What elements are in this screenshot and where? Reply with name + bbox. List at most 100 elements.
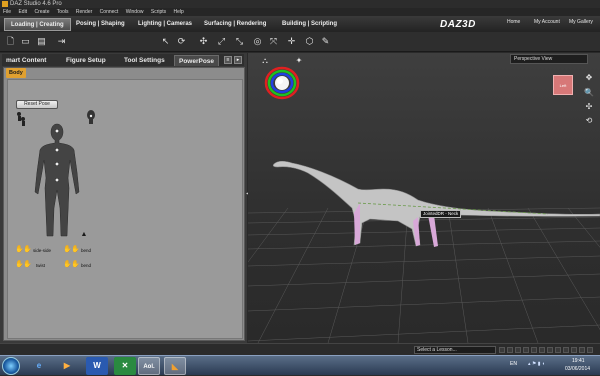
universal-icon[interactable]: ✣ [198,36,209,47]
media-player-icon[interactable]: ▶ [56,357,78,375]
scale-icon[interactable]: ⤧ [268,36,279,47]
pan-icon[interactable]: ✣ [584,102,594,112]
menu-create[interactable]: Create [34,9,49,15]
lesson-step-8[interactable] [555,347,561,353]
tab-tool-settings[interactable]: Tool Settings [120,55,169,66]
lesson-step-1[interactable] [499,347,505,353]
menu-render[interactable]: Render [76,9,92,15]
rotate-icon[interactable]: ◎ [252,36,263,47]
lesson-step-7[interactable] [547,347,553,353]
joint-editor-icon[interactable]: ✛ [286,36,297,47]
title-bar: DAZ Studio 4.6 Pro [0,0,600,8]
excel-icon[interactable]: ✕ [114,357,136,375]
lesson-step-5[interactable] [531,347,537,353]
hand-left-2-icon[interactable]: ✋ [23,246,32,254]
open-icon[interactable]: ▭ [20,36,31,47]
menu-connect[interactable]: Connect [100,9,119,15]
hand-right-3-icon[interactable]: ✋ [63,261,72,269]
node-icon[interactable]: ⤢ [216,36,227,47]
clock-date[interactable]: 03/06/2014 [565,366,590,372]
menu-bar: File Edit Create Tools Render Connect Wi… [0,8,600,16]
powerpose-panel: Body Reset Pose ▲ ✋ ✋ side-side ✋ ✋ bend… [3,67,245,341]
joint-tooltip: JointedDR - Neck [420,210,462,218]
translate-icon[interactable]: ⤡ [234,36,245,47]
tab-building-scripting[interactable]: Building | Scripting [276,18,343,31]
hand-right-icon[interactable]: ✋ [63,246,72,254]
tab-lighting-cameras[interactable]: Lighting | Cameras [132,18,198,31]
floor-grid [248,207,600,343]
lesson-step-2[interactable] [507,347,513,353]
tab-surfacing-rendering[interactable]: Surfacing | Rendering [198,18,272,31]
pin-icon[interactable]: ✎ [320,36,331,47]
menu-help[interactable]: Help [174,9,184,15]
3d-viewport[interactable]: Perspective View ⛬ ✦ Left ✥ 🔍 ✣ ⟲ Jointe… [248,53,600,343]
start-orb[interactable] [2,357,20,375]
hand-right-4-icon[interactable]: ✋ [71,261,80,269]
view-select[interactable]: Perspective View [510,54,588,64]
menu-scripts[interactable]: Scripts [151,9,166,15]
lesson-step-11[interactable] [579,347,585,353]
lesson-step-4[interactable] [523,347,529,353]
ie-icon[interactable]: e [28,357,50,375]
orbit-gizmo-icon[interactable] [262,66,302,100]
label-side-side: side-side [33,248,52,253]
tab-powerpose[interactable]: PowerPose [174,55,220,66]
my-account-link[interactable]: My Account [534,19,560,25]
lesson-step-12[interactable] [587,347,593,353]
lesson-step-3[interactable] [515,347,521,353]
new-icon[interactable]: 🗋 [5,36,16,47]
pane-menu-icon[interactable]: ≡ [224,56,232,64]
daz-studio-icon[interactable]: ◣ [164,357,186,375]
window-title: DAZ Studio 4.6 Pro [10,1,62,7]
menu-edit[interactable]: Edit [18,9,27,15]
home-link[interactable]: Home [507,19,520,25]
select-icon[interactable]: ↖ [160,36,171,47]
my-gallery-link[interactable]: My Gallery [569,19,593,25]
lesson-step-9[interactable] [563,347,569,353]
reset-pose-button[interactable]: Reset Pose [16,100,58,109]
left-pane: mart Content Figure Setup Tool Settings … [0,53,247,343]
hand-left-icon[interactable]: ✋ [15,246,24,254]
light-icon[interactable]: ✦ [294,56,304,66]
aol-icon[interactable]: Aol. [138,357,160,375]
lesson-step-6[interactable] [539,347,545,353]
merge-icon[interactable]: ⇥ [56,36,67,47]
hand-right-2-icon[interactable]: ✋ [71,246,80,254]
brachiosaurus-figure [272,160,600,247]
daz-studio-window: DAZ Studio 4.6 Pro File Edit Create Tool… [0,0,600,375]
figure-options-icon[interactable]: ▲ [80,231,88,239]
lesson-step-10[interactable] [571,347,577,353]
clock-time[interactable]: 19:41 [572,358,585,364]
tab-loading-creating[interactable]: Loading | Creating [4,18,71,31]
zoom-icon[interactable]: 🔍 [584,88,594,98]
tab-figure-setup[interactable]: Figure Setup [62,55,110,66]
label-bend-2: bend [81,263,92,268]
orbit-control-icon[interactable]: ✥ [584,73,594,83]
hand-left-4-icon[interactable]: ✋ [23,261,32,269]
menu-window[interactable]: Window [126,9,144,15]
tab-posing-shaping[interactable]: Posing | Shaping [70,18,131,31]
lesson-select[interactable]: Select a Lesson... [414,346,496,354]
windows-taskbar: e ▶ W ✕ Aol. ◣ EN ▴ ⚑ ▮ ◖ 19:41 03/06/20… [0,355,600,375]
pane-options-icon[interactable]: ▸ [234,56,242,64]
geometry-icon[interactable]: ⬡ [304,36,315,47]
tab-smart-content[interactable]: mart Content [2,55,50,66]
pane-tab-bar: mart Content Figure Setup Tool Settings … [2,54,244,66]
lesson-bar: Select a Lesson... [0,343,600,355]
small-figure-icon[interactable] [16,111,26,127]
tray-icons[interactable]: ▴ ⚑ ▮ ◖ [528,361,545,367]
hand-left-3-icon[interactable]: ✋ [15,261,24,269]
save-icon[interactable]: ▤ [36,36,47,47]
orbit-icon[interactable]: ⟳ [176,36,187,47]
tab-body[interactable]: Body [6,68,26,78]
app-icon [2,1,8,7]
frame-icon[interactable]: ⟲ [584,116,594,126]
camera-icon[interactable]: ⛬ [260,56,270,66]
view-cube[interactable]: Left [553,75,573,95]
powerpose-canvas[interactable]: Reset Pose ▲ ✋ ✋ side-side ✋ ✋ bend ✋ ✋ … [7,79,243,339]
body-silhouette[interactable] [26,122,88,240]
menu-file[interactable]: File [3,9,11,15]
language-indicator[interactable]: EN [510,361,517,367]
word-icon[interactable]: W [86,357,108,375]
menu-tools[interactable]: Tools [57,9,69,15]
